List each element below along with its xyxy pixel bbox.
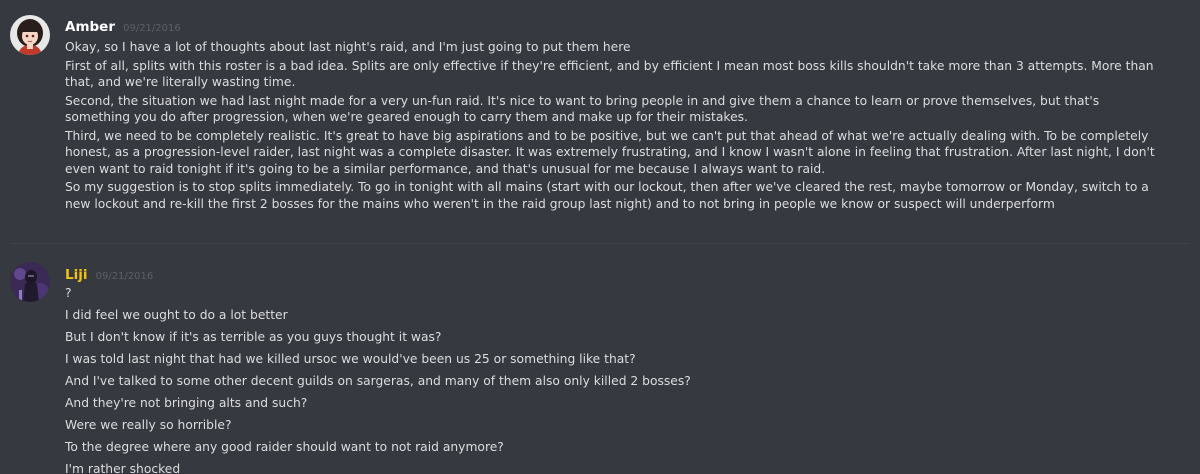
message-body: ? I did feel we ought to do a lot better… bbox=[65, 285, 1185, 474]
timestamp: 09/21/2016 bbox=[123, 23, 181, 34]
message-line: To the degree where any good raider shou… bbox=[65, 440, 504, 454]
message-group-liji: Liji 09/21/2016 ? I did feel we ought to… bbox=[0, 244, 1200, 474]
message-line: Were we really so horrible? bbox=[65, 418, 232, 432]
message-body: Okay, so I have a lot of thoughts about … bbox=[65, 39, 1185, 212]
username[interactable]: Liji bbox=[65, 267, 88, 283]
message-header: Liji 09/21/2016 bbox=[65, 264, 153, 283]
timestamp: 09/21/2016 bbox=[95, 271, 154, 282]
dark-character-avatar[interactable] bbox=[10, 262, 50, 302]
message-group-amber: Amber 09/21/2016 Okay, so I have a lot o… bbox=[0, 0, 1200, 240]
message-line: First of all, splits with this roster is… bbox=[65, 58, 1158, 90]
message-line: Okay, so I have a lot of thoughts about … bbox=[65, 40, 631, 54]
message-line: Third, we need to be completely realisti… bbox=[65, 128, 1159, 176]
username[interactable]: Amber bbox=[65, 19, 115, 35]
message-line: So my suggestion is to stop splits immed… bbox=[65, 180, 1153, 211]
anime-girl-avatar[interactable] bbox=[10, 15, 50, 55]
message-line: But I don't know if it's as terrible as … bbox=[65, 330, 442, 344]
message-header: Amber 09/21/2016 bbox=[65, 16, 181, 35]
chat-messages: Amber 09/21/2016 Okay, so I have a lot o… bbox=[0, 0, 1200, 474]
message-line: And I've talked to some other decent gui… bbox=[65, 374, 691, 388]
message-line: I'm rather shocked bbox=[65, 462, 181, 474]
message-line: ? bbox=[65, 286, 72, 300]
message-line: And they're not bringing alts and such? bbox=[65, 396, 308, 410]
message-line: I was told last night that had we killed… bbox=[65, 352, 636, 366]
message-line: Second, the situation we had last night … bbox=[65, 93, 1104, 125]
message-line: I did feel we ought to do a lot better bbox=[65, 308, 288, 322]
